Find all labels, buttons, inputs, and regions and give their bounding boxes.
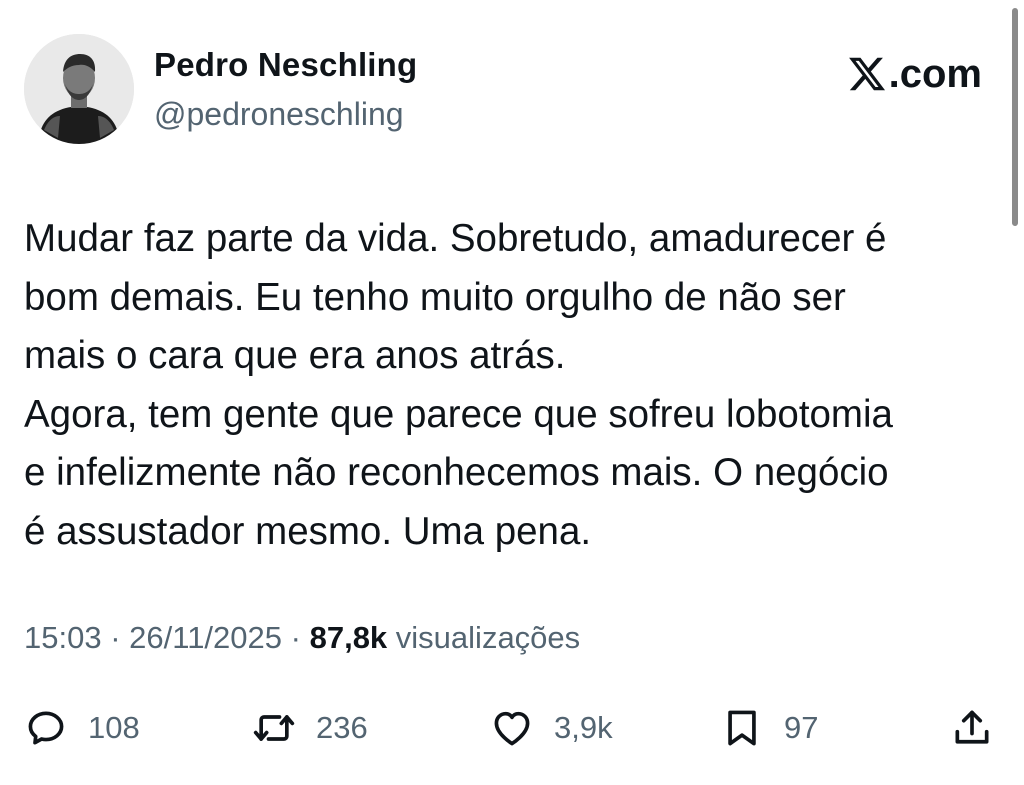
author-handle[interactable]: @pedroneschling: [154, 96, 404, 133]
repost-count: 236: [316, 710, 368, 745]
meta-separator: ·: [290, 620, 301, 655]
tweet-time[interactable]: 15:03: [24, 620, 102, 655]
x-logo-icon: [848, 57, 885, 91]
tweet-text: Mudar faz parte da vida. Sobretudo, amad…: [24, 217, 893, 553]
bookmark-button[interactable]: 97: [720, 700, 818, 756]
avatar[interactable]: [24, 34, 134, 144]
share-icon: [955, 710, 989, 744]
like-count: 3,9k: [554, 710, 613, 745]
profile-photo: [24, 34, 134, 144]
share-button[interactable]: [950, 700, 994, 756]
repost-icon: [253, 715, 295, 741]
tweet-date[interactable]: 26/11/2025: [129, 620, 282, 655]
reply-icon: [28, 711, 64, 745]
meta-separator: ·: [110, 620, 121, 655]
scrollbar[interactable]: [1012, 8, 1018, 226]
action-bar: 108 236 3,9k 97: [0, 700, 1024, 756]
views-label: visualizações: [395, 620, 581, 655]
brand-logo: .com: [847, 50, 982, 98]
reply-button[interactable]: 108: [24, 700, 140, 756]
repost-button[interactable]: 236: [252, 700, 368, 756]
views-count: 87,8k: [309, 620, 388, 655]
tweet-meta: 15:03 · 26/11/2025 · 87,8k visualizações: [24, 620, 580, 656]
bookmark-icon: [728, 710, 756, 746]
brand-text: .com: [888, 52, 982, 96]
heart-icon: [494, 711, 530, 746]
reply-count: 108: [88, 710, 140, 745]
author-name[interactable]: Pedro Neschling: [154, 46, 417, 84]
bookmark-count: 97: [784, 710, 819, 745]
like-button[interactable]: 3,9k: [490, 700, 613, 756]
